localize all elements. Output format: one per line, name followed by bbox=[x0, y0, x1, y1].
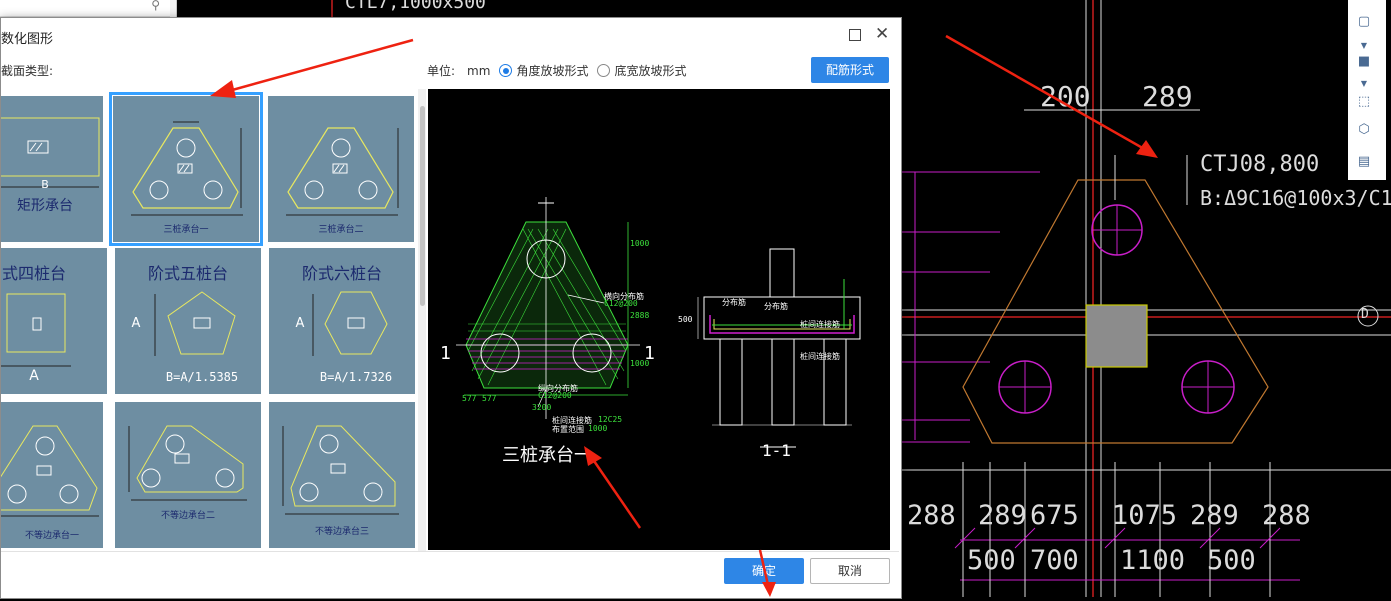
tile-stepped-six-pile[interactable]: 阶式六桩台 A B=A/1.7326 bbox=[269, 248, 415, 394]
tile-b-label: B bbox=[41, 178, 49, 191]
tile-label: 三桩承台二 bbox=[318, 225, 364, 235]
unit-row: 单位: mm 角度放坡形式 底宽放坡形式 bbox=[427, 62, 686, 79]
note-h-spacing: C12@200 bbox=[604, 299, 638, 308]
preview-canvas: 1 1 三桩承台一 1-1 横向分布筋 C12@200 纵向分布筋 C12@20… bbox=[428, 89, 890, 550]
section-pile-bottom: 桩间连接筋 bbox=[800, 352, 840, 361]
cancel-button[interactable]: 取消 bbox=[810, 558, 890, 584]
note-l-spacing: C12@200 bbox=[538, 391, 572, 400]
tile-rect-cap[interactable]: B 矩形承台 bbox=[1, 96, 103, 242]
cad-dim: 1075 bbox=[1112, 500, 1178, 531]
tile-unequal-1[interactable]: 不等边承台一 bbox=[1, 402, 103, 548]
tile-unequal-3[interactable]: 不等边承台三 bbox=[269, 402, 415, 548]
note-layout-range: 布置范围 bbox=[552, 425, 584, 434]
footer-divider bbox=[1, 551, 899, 552]
cad-dim: 500 bbox=[967, 545, 1016, 576]
cad-dim: 500 bbox=[1207, 545, 1256, 576]
cad-axis-d: D bbox=[1361, 307, 1369, 322]
chevron-down-icon[interactable]: ▼ bbox=[1354, 76, 1374, 92]
chevron-down-icon[interactable]: ▼ bbox=[1354, 38, 1374, 54]
box-icon[interactable]: ▢ bbox=[1354, 14, 1374, 30]
tile-formula: B=A/1.7326 bbox=[319, 370, 393, 384]
left-search-field[interactable]: ⚲ bbox=[0, 0, 170, 17]
radio-angle-label[interactable]: 角度放坡形式 bbox=[516, 62, 588, 79]
dialog-title: 数化图形 bbox=[1, 32, 54, 47]
tile-label: 阶式五桩台 bbox=[147, 264, 228, 283]
dim-1000: 1000 bbox=[630, 239, 650, 248]
ok-button[interactable]: 确定 bbox=[724, 558, 804, 584]
section-dist-2: 分布筋 bbox=[764, 302, 788, 311]
cad-top-label: CTL7,1000x500 bbox=[345, 0, 486, 13]
tile-a-label: A bbox=[295, 316, 305, 331]
tile-label: 式四桩台 bbox=[1, 264, 66, 283]
cad-dim-200: 200 bbox=[1040, 80, 1091, 113]
cad-dim: 289 bbox=[1190, 500, 1239, 531]
cad-footing-label: CTJ08,800 bbox=[1200, 152, 1320, 177]
tile-three-pile-2[interactable]: 三桩承台二 bbox=[268, 96, 414, 242]
select-region-icon[interactable]: ⬚ bbox=[1354, 94, 1374, 110]
tile-label: 矩形承台 bbox=[17, 198, 73, 214]
section-mark-left: 1 bbox=[440, 343, 451, 364]
dim-2888: 2888 bbox=[630, 311, 650, 320]
section-caption: 1-1 bbox=[762, 441, 791, 460]
tile-formula: B=A/1.5385 bbox=[165, 370, 239, 384]
section-pile-top: 桩间连接筋 bbox=[800, 320, 840, 329]
tile-label: 三桩承台一 bbox=[163, 225, 209, 235]
tile-a-label: A bbox=[131, 316, 141, 331]
radio-angle-slope[interactable] bbox=[499, 64, 513, 77]
radio-bottom-label[interactable]: 底宽放坡形式 bbox=[614, 62, 686, 79]
document-icon[interactable]: ▤ bbox=[1354, 154, 1374, 170]
close-icon[interactable]: ✕ bbox=[875, 24, 889, 44]
tile-label: 不等边承台三 bbox=[314, 527, 369, 537]
cad-rebar-label: B:Δ9C16@100x3/C10@ bbox=[1200, 186, 1391, 210]
cad-dim: 700 bbox=[1030, 545, 1079, 576]
tile-a-label: A bbox=[29, 368, 39, 384]
note-pile-connect-val: 12C25 bbox=[598, 415, 623, 424]
tile-three-pile-1[interactable]: 三桩承台一 bbox=[109, 92, 263, 246]
tile-unequal-2[interactable]: 不等边承台二 bbox=[115, 402, 261, 548]
tile-stepped-four-pile[interactable]: 式四桩台 A bbox=[1, 248, 107, 394]
tile-label: 不等边承台一 bbox=[24, 531, 79, 541]
shape-dialog: 数化图形 ✕ 截面类型: 单位: mm 角度放坡形式 底宽放坡形式 配筋形式 B… bbox=[0, 17, 902, 599]
cube-icon[interactable]: ■ bbox=[1354, 54, 1374, 70]
dim-3200: 3200 bbox=[532, 403, 552, 412]
search-icon[interactable]: ⚲ bbox=[151, 0, 160, 12]
tile-label: 不等边承台二 bbox=[160, 511, 215, 521]
shape-gallery[interactable]: B 矩形承台 三桩承台一 三桩承台二 式四桩台 A 阶式五桩台 A B=A/1.… bbox=[1, 89, 416, 551]
section-type-label: 截面类型: bbox=[1, 64, 54, 78]
dim-577: 577 bbox=[462, 394, 477, 403]
tile-label: 阶式六桩台 bbox=[301, 264, 382, 283]
cad-dim-289: 289 bbox=[1142, 80, 1193, 113]
radio-bottom-width[interactable] bbox=[597, 64, 611, 77]
cad-dim: 289 bbox=[978, 500, 1027, 531]
cad-dim: 288 bbox=[907, 500, 956, 531]
cad-dim: 675 bbox=[1030, 500, 1079, 531]
gallery-scroll-thumb[interactable] bbox=[420, 106, 425, 306]
cad-dim: 288 bbox=[1262, 500, 1311, 531]
view-3d-icon[interactable]: ⬡ bbox=[1354, 122, 1374, 138]
preview-caption: 三桩承台一 bbox=[502, 445, 592, 466]
tile-stepped-five-pile[interactable]: 阶式五桩台 A B=A/1.5385 bbox=[115, 248, 261, 394]
unit-value: mm bbox=[467, 63, 491, 78]
maximize-icon[interactable] bbox=[849, 29, 861, 41]
note-layout-val: 1000 bbox=[588, 424, 608, 433]
unit-label: 单位: bbox=[427, 64, 456, 78]
dim-577: 577 bbox=[482, 394, 497, 403]
rebar-form-button[interactable]: 配筋形式 bbox=[811, 57, 889, 83]
section-dist-1: 分布筋 bbox=[722, 298, 746, 307]
cad-dim: 1100 bbox=[1120, 545, 1186, 576]
section-500: 500 bbox=[678, 315, 693, 324]
dim-1000: 1000 bbox=[630, 359, 650, 368]
